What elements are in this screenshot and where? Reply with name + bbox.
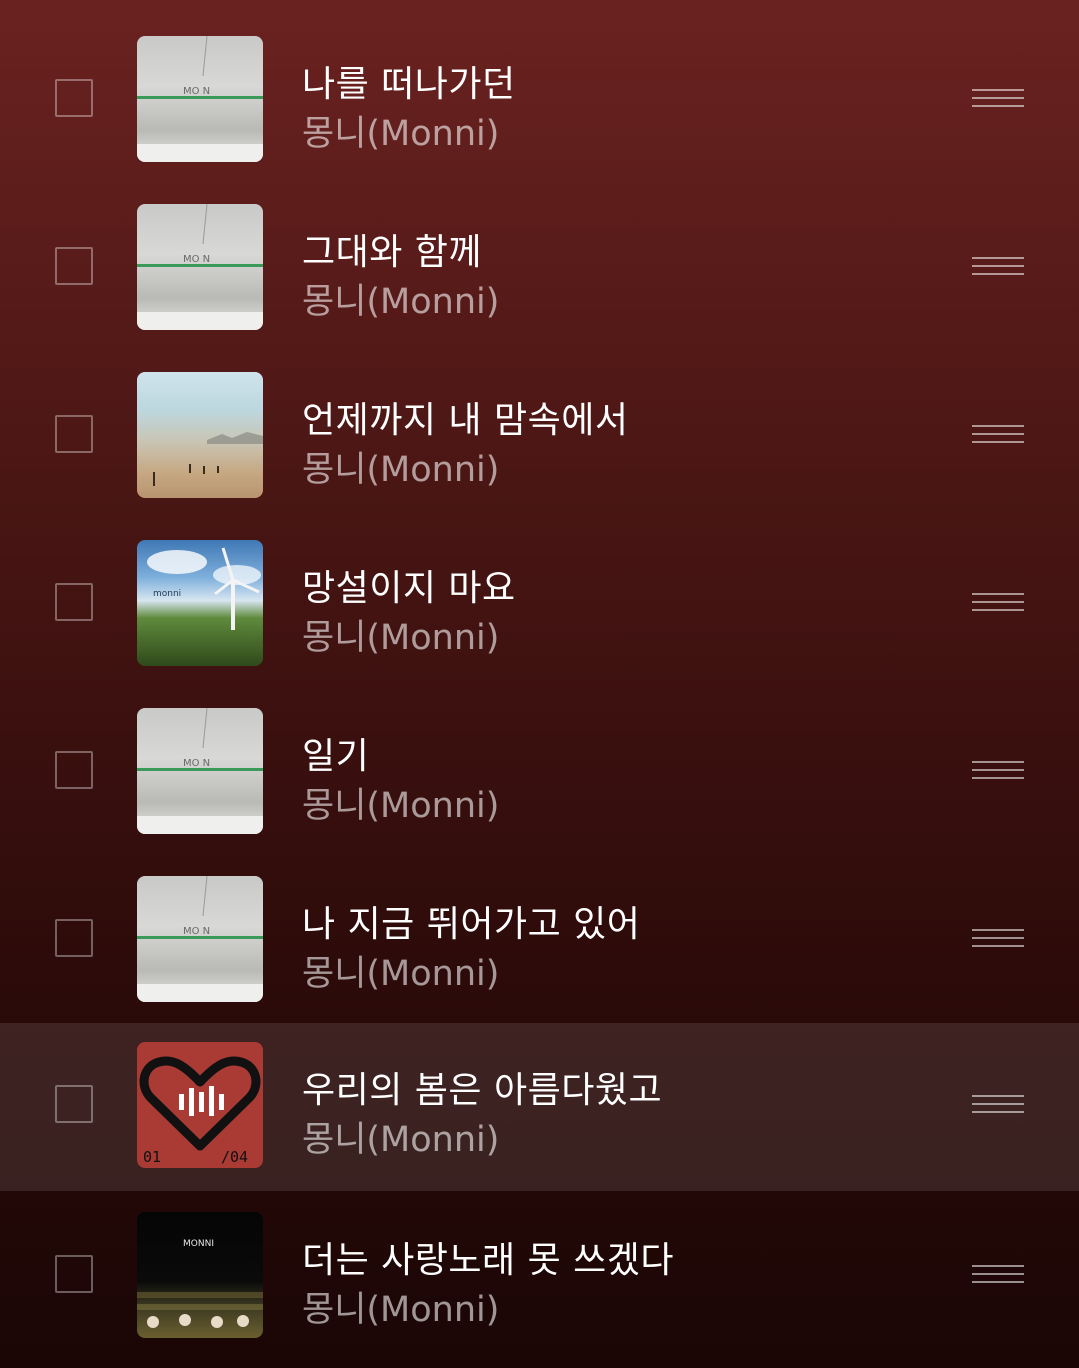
track-artist: 몽니(Monni) (302, 1120, 500, 1160)
drag-handle-icon[interactable] (972, 1095, 1024, 1115)
track-title: 언제까지 내 맘속에서 (302, 400, 629, 441)
album-art: MO N (137, 36, 263, 162)
track-row[interactable]: MO N 나를 떠나가던 몽니(Monni) (0, 17, 1079, 185)
drag-handle-icon[interactable] (972, 257, 1024, 277)
svg-text:monni: monni (153, 589, 181, 599)
track-title: 그대와 함께 (302, 232, 483, 273)
track-artist: 몽니(Monni) (302, 450, 500, 490)
svg-text:01: 01 (143, 1148, 161, 1166)
checkbox-icon[interactable] (55, 1085, 93, 1123)
track-row[interactable]: MO N 일기 몽니(Monni) (0, 689, 1079, 857)
drag-handle-icon[interactable] (972, 929, 1024, 949)
svg-text:/04: /04 (221, 1148, 248, 1166)
svg-text:MO N: MO N (183, 254, 210, 265)
track-artist: 몽니(Monni) (302, 618, 500, 658)
track-artist: 몽니(Monni) (302, 1290, 500, 1330)
track-artist: 몽니(Monni) (302, 282, 500, 322)
track-title: 더는 사랑노래 못 쓰겠다 (302, 1240, 675, 1281)
album-art: 01 /04 (137, 1042, 263, 1168)
track-title: 망설이지 마요 (302, 568, 516, 609)
drag-handle-icon[interactable] (972, 1265, 1024, 1285)
track-title: 일기 (302, 736, 370, 777)
drag-handle-icon[interactable] (972, 89, 1024, 109)
track-row[interactable]: MO N 나 지금 뛰어가고 있어 몽니(Monni) (0, 857, 1079, 1025)
track-row-active[interactable]: 01 /04 우리의 봄은 아름다웠고 몽니(Monni) (0, 1023, 1079, 1191)
album-art: MO N (137, 708, 263, 834)
track-row[interactable]: MONNI 더는 사랑노래 못 쓰겠다 몽니(Monni) (0, 1193, 1079, 1361)
track-title: 나를 떠나가던 (302, 64, 516, 105)
checkbox-icon[interactable] (55, 79, 93, 117)
track-artist: 몽니(Monni) (302, 786, 500, 826)
track-title: 우리의 봄은 아름다웠고 (302, 1070, 663, 1111)
svg-text:MO N: MO N (183, 86, 210, 97)
track-row[interactable]: monni 망설이지 마요 몽니(Monni) (0, 521, 1079, 689)
playlist: MO N 나를 떠나가던 몽니(Monni) MO N 그대와 함께 몽니(Mo… (0, 0, 1079, 1368)
checkbox-icon[interactable] (55, 415, 93, 453)
drag-handle-icon[interactable] (972, 761, 1024, 781)
album-art: monni (137, 540, 263, 666)
checkbox-icon[interactable] (55, 1255, 93, 1293)
track-row[interactable]: 언제까지 내 맘속에서 몽니(Monni) (0, 353, 1079, 521)
drag-handle-icon[interactable] (972, 425, 1024, 445)
track-artist: 몽니(Monni) (302, 114, 500, 154)
svg-text:MONNI: MONNI (183, 1239, 214, 1249)
svg-text:MO N: MO N (183, 758, 210, 769)
checkbox-icon[interactable] (55, 919, 93, 957)
checkbox-icon[interactable] (55, 751, 93, 789)
album-art: MO N (137, 204, 263, 330)
drag-handle-icon[interactable] (972, 593, 1024, 613)
checkbox-icon[interactable] (55, 247, 93, 285)
track-artist: 몽니(Monni) (302, 954, 500, 994)
album-art: MONNI (137, 1212, 263, 1338)
track-title: 나 지금 뛰어가고 있어 (302, 904, 641, 945)
album-art (137, 372, 263, 498)
svg-text:MO N: MO N (183, 926, 210, 937)
track-row[interactable]: MO N 그대와 함께 몽니(Monni) (0, 185, 1079, 353)
album-art: MO N (137, 876, 263, 1002)
checkbox-icon[interactable] (55, 583, 93, 621)
